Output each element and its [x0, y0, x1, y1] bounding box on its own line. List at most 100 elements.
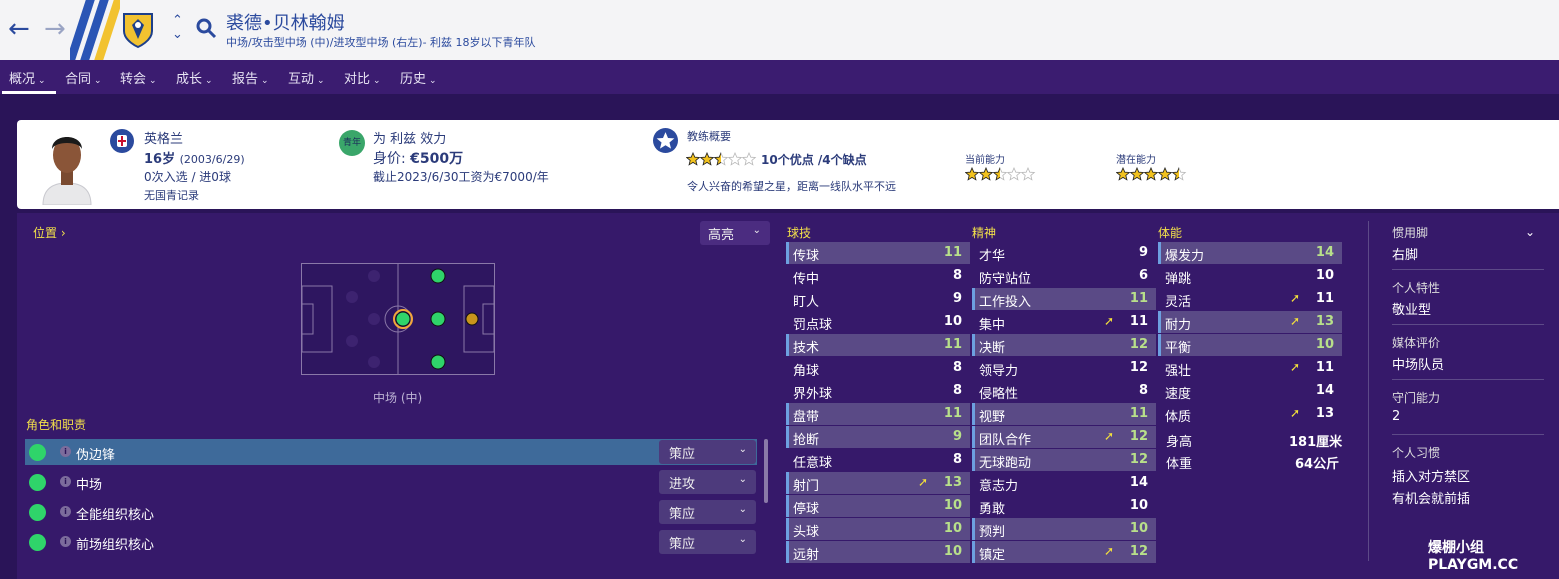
position-dot-aml[interactable] — [430, 268, 446, 284]
attribute-row[interactable]: 强壮 ➚ 11 — [1158, 357, 1342, 379]
attribute-row[interactable]: 视野 11 — [972, 403, 1156, 425]
attribute-value: 12 — [1129, 337, 1148, 352]
role-row[interactable]: i 伪边锋 策应 ⌄ — [25, 439, 757, 465]
duty-dropdown[interactable]: 策应 ⌄ — [659, 440, 756, 464]
column-divider — [1368, 221, 1369, 561]
youth-caps: 无国青记录 — [144, 189, 199, 202]
attribute-value: 13 — [1315, 314, 1334, 329]
info-icon[interactable]: i — [60, 536, 71, 547]
attribute-row[interactable]: 界外球 8 — [786, 380, 970, 402]
attribute-row[interactable]: 盯人 9 — [786, 288, 970, 310]
attribute-row[interactable]: 决断 12 — [972, 334, 1156, 356]
arrow-right-icon[interactable]: → — [44, 14, 66, 44]
attribute-name: 集中 — [979, 318, 1006, 333]
menu-reports[interactable]: 报告 ⌄ — [232, 68, 269, 87]
player-prev-next[interactable]: ⌃ ⌄ — [172, 14, 183, 42]
attribute-row[interactable]: 灵活 ➚ 11 — [1158, 288, 1342, 310]
plays-for[interactable]: 为 利兹 效力 — [373, 128, 446, 147]
menu-interaction[interactable]: 互动 ⌄ — [288, 68, 325, 87]
duty-dropdown[interactable]: 进攻 ⌄ — [659, 470, 756, 494]
key-attribute-marker — [972, 288, 975, 310]
role-row[interactable]: i 全能组织核心 策应 ⌄ — [25, 499, 757, 525]
highlight-dropdown[interactable]: 高亮 ⌄ — [700, 221, 770, 245]
attribute-row[interactable]: 体质 ➚ 13 — [1158, 403, 1342, 425]
info-icon[interactable]: i — [60, 446, 71, 457]
attribute-row[interactable]: 团队合作 ➚ 12 — [972, 426, 1156, 448]
attribute-row[interactable]: 远射 10 — [786, 541, 970, 563]
attribute-row[interactable]: 防守站位 6 — [972, 265, 1156, 287]
role-suitability-dot — [29, 504, 46, 521]
attribute-row[interactable]: 平衡 10 — [1158, 334, 1342, 356]
role-row[interactable]: i 前场组织核心 策应 ⌄ — [25, 529, 757, 555]
height-value: 181厘米 — [1289, 435, 1343, 450]
menu-compare[interactable]: 对比 ⌄ — [344, 68, 381, 87]
attribute-row[interactable]: 传中 8 — [786, 265, 970, 287]
attribute-row[interactable]: 耐力 ➚ 13 — [1158, 311, 1342, 333]
position-dot-amc[interactable] — [430, 311, 446, 327]
attribute-row[interactable]: 抢断 9 — [786, 426, 970, 448]
gk-rating: 2 — [1392, 409, 1401, 424]
attribute-row[interactable]: 传球 11 — [786, 242, 970, 264]
position-dot-amr[interactable] — [430, 354, 446, 370]
attribute-row[interactable]: 任意球 8 — [786, 449, 970, 471]
key-attribute-marker — [786, 403, 789, 425]
attribute-row[interactable]: 罚点球 10 — [786, 311, 970, 333]
position-dot-mc[interactable] — [395, 311, 411, 327]
attribute-row[interactable]: 镇定 ➚ 12 — [972, 541, 1156, 563]
attribute-value: 10 — [1129, 521, 1148, 536]
attribute-row[interactable]: 技术 11 — [786, 334, 970, 356]
attribute-name: 预判 — [979, 525, 1006, 540]
key-attribute-marker — [1158, 334, 1161, 356]
info-icon[interactable]: i — [60, 506, 71, 517]
menu-development[interactable]: 成长 ⌄ — [176, 68, 213, 87]
attribute-row[interactable]: 盘带 11 — [786, 403, 970, 425]
info-icon[interactable]: i — [60, 476, 71, 487]
attribute-row[interactable]: 弹跳 10 — [1158, 265, 1342, 287]
attribute-row[interactable]: 集中 ➚ 11 — [972, 311, 1156, 333]
duty-dropdown[interactable]: 策应 ⌄ — [659, 530, 756, 554]
menu-history[interactable]: 历史 ⌄ — [400, 68, 437, 87]
attribute-row[interactable]: 勇敢 10 — [972, 495, 1156, 517]
duty-dropdown[interactable]: 策应 ⌄ — [659, 500, 756, 524]
club-crest-icon[interactable] — [122, 11, 154, 49]
attribute-row[interactable]: 领导力 12 — [972, 357, 1156, 379]
roles-scrollbar[interactable] — [764, 439, 768, 503]
search-icon[interactable] — [196, 18, 218, 40]
attribute-name: 任意球 — [793, 456, 833, 471]
attribute-name: 传中 — [793, 272, 820, 287]
attribute-row[interactable]: 意志力 14 — [972, 472, 1156, 494]
habit: 有机会就前插 — [1392, 492, 1471, 507]
divider — [1392, 379, 1544, 380]
key-attribute-marker — [786, 242, 789, 264]
attribute-row[interactable]: 工作投入 11 — [972, 288, 1156, 310]
coach-report-title[interactable]: 教练概要 — [687, 128, 731, 144]
arrow-left-icon[interactable]: ← — [8, 14, 30, 44]
potential-ability-stars — [1116, 167, 1187, 181]
position-link[interactable]: 位置 › — [33, 224, 66, 241]
attribute-row[interactable]: 侵略性 8 — [972, 380, 1156, 402]
attribute-row[interactable]: 爆发力 14 — [1158, 242, 1342, 264]
menu-overview[interactable]: 概况 ⌄ — [9, 68, 46, 87]
attribute-row[interactable]: 头球 10 — [786, 518, 970, 540]
attribute-row[interactable]: 预判 10 — [972, 518, 1156, 540]
attribute-name: 无球跑动 — [979, 456, 1032, 471]
attribute-row[interactable]: 才华 9 — [972, 242, 1156, 264]
attribute-name: 盘带 — [793, 410, 820, 425]
menu-transfer[interactable]: 转会 ⌄ — [120, 68, 157, 87]
nationality[interactable]: 英格兰 — [144, 128, 183, 147]
attribute-row[interactable]: 速度 14 — [1158, 380, 1342, 402]
attribute-value: 8 — [952, 268, 962, 283]
key-attribute-marker — [786, 541, 789, 563]
role-row[interactable]: i 中场 进攻 ⌄ — [25, 469, 757, 495]
attribute-row[interactable]: 停球 10 — [786, 495, 970, 517]
chevron-down-icon[interactable]: ⌄ — [1525, 225, 1535, 239]
menu-contract[interactable]: 合同 ⌄ — [65, 68, 102, 87]
attribute-row[interactable]: 射门 ➚ 13 — [786, 472, 970, 494]
position-dot-st[interactable] — [465, 312, 479, 326]
attribute-value: 8 — [952, 360, 962, 375]
youth-team-badge[interactable]: 青年 — [339, 130, 365, 156]
attribute-value: 10 — [943, 498, 962, 513]
attribute-row[interactable]: 角球 8 — [786, 357, 970, 379]
attribute-row[interactable]: 无球跑动 12 — [972, 449, 1156, 471]
attribute-name: 才华 — [979, 249, 1006, 264]
